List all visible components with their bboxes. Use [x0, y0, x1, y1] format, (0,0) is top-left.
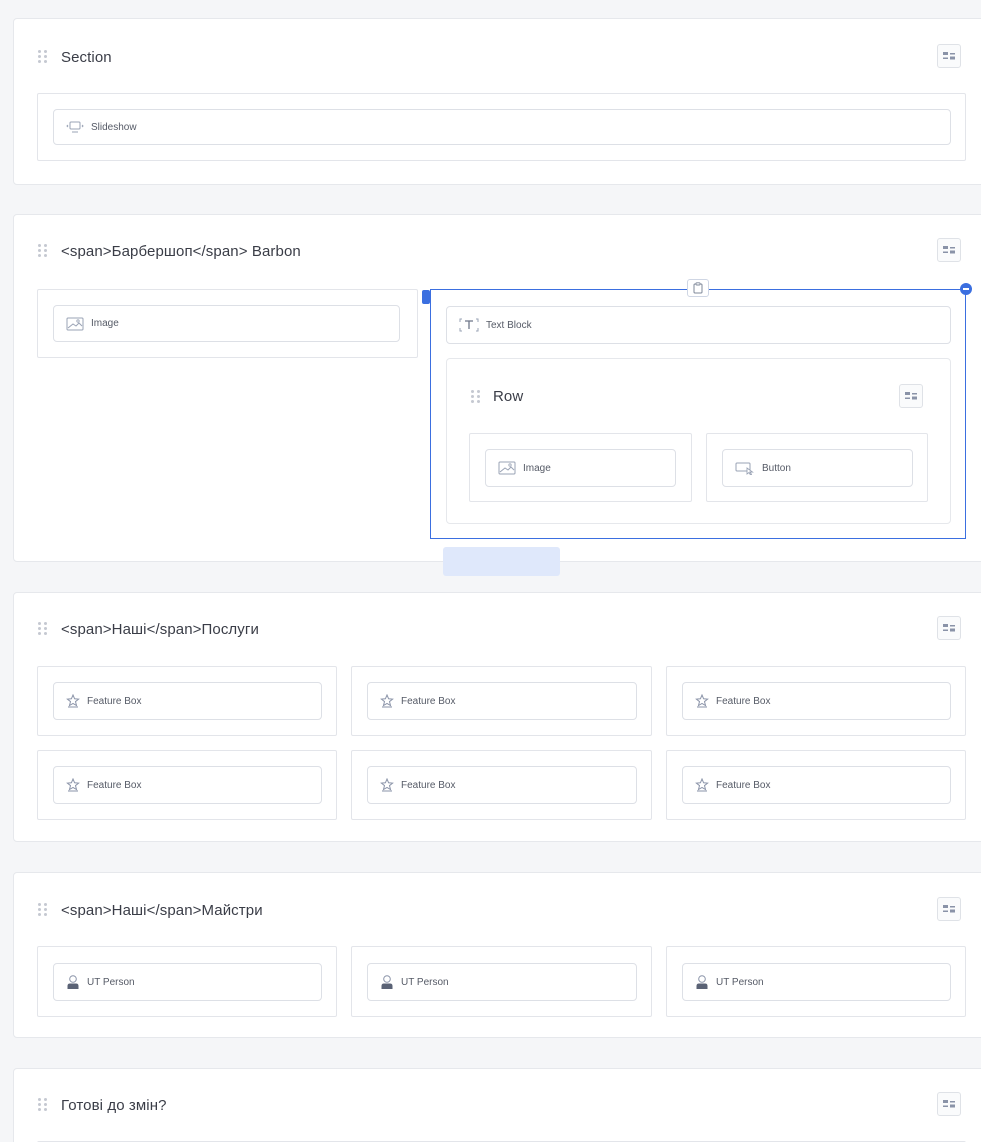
row-title: Row: [493, 388, 524, 405]
section-block: <span>Наші</span>Послуги Feature Box Fea…: [13, 592, 981, 842]
feature-box-element[interactable]: Feature Box: [682, 682, 951, 720]
element-label: Feature Box: [716, 695, 771, 707]
text-block-element[interactable]: Text Block: [446, 306, 951, 344]
settings-sliders-icon: [943, 246, 955, 254]
element-label: Feature Box: [401, 779, 456, 791]
column-selected[interactable]: Text Block Row Image Button: [430, 289, 966, 539]
drag-handle-icon[interactable]: [471, 390, 481, 404]
feature-box-element[interactable]: Feature Box: [53, 766, 322, 804]
section-title: <span>Наші</span>Послуги: [61, 621, 259, 638]
element-label: UT Person: [716, 976, 764, 988]
button-cursor-icon: [735, 461, 755, 475]
person-icon: [380, 974, 394, 990]
row-settings-button[interactable]: [899, 384, 923, 408]
drag-handle-icon[interactable]: [38, 1098, 48, 1112]
section-title: <span>Барбершоп</span> Barbon: [61, 243, 301, 260]
feature-box-element[interactable]: Feature Box: [53, 682, 322, 720]
settings-sliders-icon: [943, 624, 955, 632]
element-label: Feature Box: [401, 695, 456, 707]
column[interactable]: Feature Box: [666, 750, 966, 820]
element-label: Feature Box: [87, 695, 142, 707]
element-label: Text Block: [486, 319, 532, 331]
column[interactable]: Image: [469, 433, 692, 502]
section-settings-button[interactable]: [937, 44, 961, 68]
section-block: Готові до змін?: [13, 1068, 981, 1142]
element-label: Feature Box: [87, 779, 142, 791]
drag-handle-icon[interactable]: [38, 903, 48, 917]
element-label: Image: [91, 318, 119, 329]
element-label: Image: [523, 462, 551, 474]
column[interactable]: Button: [706, 433, 928, 502]
settings-sliders-icon: [943, 52, 955, 60]
section-settings-button[interactable]: [937, 238, 961, 262]
row-block[interactable]: Row Image Button: [446, 358, 951, 524]
star-icon: [66, 778, 80, 792]
section-block: Section Slideshow: [13, 18, 981, 185]
feature-box-element[interactable]: Feature Box: [367, 682, 637, 720]
star-icon: [695, 694, 709, 708]
star-icon: [695, 778, 709, 792]
settings-sliders-icon: [943, 905, 955, 913]
column[interactable]: Image: [37, 289, 418, 358]
settings-sliders-icon: [943, 1100, 955, 1108]
element-label: Button: [762, 462, 791, 474]
drag-handle-icon[interactable]: [38, 622, 48, 636]
clipboard-icon: [693, 282, 703, 294]
ut-person-element[interactable]: UT Person: [682, 963, 951, 1001]
paste-button[interactable]: [687, 279, 709, 297]
person-icon: [66, 974, 80, 990]
column[interactable]: Feature Box: [37, 666, 337, 736]
ut-person-element[interactable]: UT Person: [367, 963, 637, 1001]
text-icon: [459, 317, 479, 333]
image-icon: [498, 461, 516, 475]
column[interactable]: Feature Box: [666, 666, 966, 736]
element-label: Slideshow: [91, 121, 137, 133]
column[interactable]: Slideshow: [37, 93, 966, 161]
column-remove-handle[interactable]: [960, 283, 972, 295]
slideshow-element[interactable]: Slideshow: [53, 109, 951, 145]
slideshow-icon: [66, 121, 84, 133]
column-resize-handle[interactable]: [422, 290, 430, 304]
image-element[interactable]: Image: [485, 449, 676, 487]
image-icon: [66, 317, 84, 331]
section-title: Готові до змін?: [61, 1097, 167, 1114]
column[interactable]: Feature Box: [351, 666, 652, 736]
column[interactable]: UT Person: [37, 946, 337, 1017]
drag-handle-icon[interactable]: [38, 244, 48, 258]
section-block: <span>Наші</span>Майстри UT Person UT Pe…: [13, 872, 981, 1038]
feature-box-element[interactable]: Feature Box: [367, 766, 637, 804]
section-title: Section: [61, 49, 112, 66]
button-element[interactable]: Button: [722, 449, 913, 487]
person-icon: [695, 974, 709, 990]
column[interactable]: Feature Box: [37, 750, 337, 820]
element-label: UT Person: [87, 976, 135, 988]
column[interactable]: UT Person: [351, 946, 652, 1017]
settings-sliders-icon: [905, 392, 917, 400]
element-label: UT Person: [401, 976, 449, 988]
section-title: <span>Наші</span>Майстри: [61, 902, 263, 919]
section-settings-button[interactable]: [937, 1092, 961, 1116]
image-element[interactable]: Image: [53, 305, 400, 342]
column[interactable]: UT Person: [666, 946, 966, 1017]
section-settings-button[interactable]: [937, 616, 961, 640]
star-icon: [66, 694, 80, 708]
add-column-button[interactable]: [443, 547, 560, 576]
star-icon: [380, 694, 394, 708]
drag-handle-icon[interactable]: [38, 50, 48, 64]
column[interactable]: Feature Box: [351, 750, 652, 820]
feature-box-element[interactable]: Feature Box: [682, 766, 951, 804]
star-icon: [380, 778, 394, 792]
element-label: Feature Box: [716, 779, 771, 791]
section-block: <span>Барбершоп</span> Barbon Image Text…: [13, 214, 981, 576]
ut-person-element[interactable]: UT Person: [53, 963, 322, 1001]
section-settings-button[interactable]: [937, 897, 961, 921]
